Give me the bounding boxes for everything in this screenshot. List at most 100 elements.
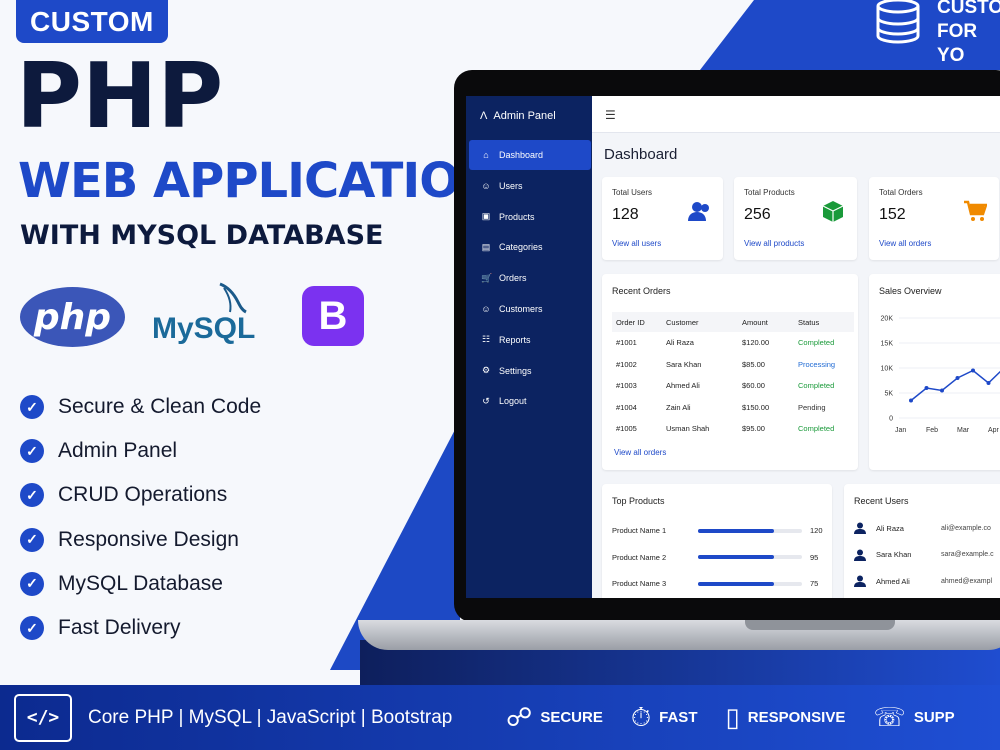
table-row[interactable]: #1005 Usman Shah $95.00 Completed — [612, 418, 854, 440]
stat-value: 128 — [612, 206, 639, 223]
sidebar: Λ Admin Panel ⌂ Dashboard ☺ Users ▣ Products ▤… — [466, 96, 592, 598]
sidebar-item-orders[interactable]: 🛒 Orders — [469, 263, 591, 293]
x-tick-label: Mar — [957, 427, 970, 434]
status-badge: Completed — [798, 381, 835, 391]
stat-card: Total Users 128 View all users — [602, 177, 723, 260]
table-row[interactable]: #1004 Zain Ali $150.00 Pending — [612, 397, 854, 419]
mysql-logo-text: MySQL — [152, 312, 255, 345]
column-header: Order ID — [612, 312, 662, 332]
feature-item: ✓ Fast Delivery — [20, 606, 261, 650]
stat-link[interactable]: View all users — [612, 239, 661, 248]
page-title: Dashboard — [604, 146, 678, 163]
laptop-notch — [745, 620, 895, 630]
user-email: sara@example.c — [941, 551, 994, 558]
check-icon: ✓ — [20, 527, 44, 552]
sidebar-item-reports[interactable]: ☷ Reports — [469, 325, 591, 355]
product-value: 75 — [810, 579, 819, 588]
product-value: 120 — [810, 526, 823, 535]
table-row[interactable]: #1002 Sara Khan $85.00 Processing — [612, 354, 854, 376]
sidebar-item-customers[interactable]: ☺ Customers — [469, 294, 591, 324]
stat-link[interactable]: View all products — [744, 239, 804, 248]
table-cell: Usman Shah — [666, 424, 710, 434]
hamburger-menu-icon[interactable]: ☰ — [605, 108, 616, 122]
bottom-bar: </> Core PHP | MySQL | JavaScript | Boot… — [0, 685, 1000, 750]
product-name: Product Name 2 — [612, 552, 667, 562]
sales-overview-card: Sales Overview 0 5K 10K 15K 20K Jan Feb Mar Apr — [869, 274, 1000, 470]
feature-item: ✓ MySQL Database — [20, 562, 261, 606]
feature-label: CRUD Operations — [58, 483, 228, 507]
bottom-feature-label: RESPONSIVE — [747, 709, 846, 726]
product-name: Product Name 3 — [612, 579, 667, 588]
user-row[interactable]: Ahmed Ali ahmed@exampl — [854, 575, 992, 587]
sidebar-item-users[interactable]: ☺ Users — [469, 171, 591, 201]
table-row[interactable]: #1001 Ali Raza $120.00 Completed — [612, 332, 854, 354]
series-line — [910, 369, 1000, 402]
column-header: Amount — [738, 312, 794, 332]
feature-label: Secure & Clean Code — [58, 395, 262, 419]
column-header: Customer — [662, 312, 738, 332]
feature-list: ✓ Secure & Clean Code ✓ Admin Panel ✓ CRUD Op… — [20, 385, 261, 650]
recent-orders-title: Recent Orders — [612, 286, 671, 296]
x-tick-label: Apr — [988, 427, 1000, 434]
check-icon: ✓ — [20, 483, 44, 508]
database-icon — [876, 0, 920, 44]
data-point — [955, 376, 960, 380]
user-row[interactable]: Sara Khan sara@example.c — [854, 549, 994, 561]
x-tick-label: Jan — [895, 427, 906, 434]
title-php: PHP — [16, 44, 224, 149]
php-logo: php — [20, 287, 125, 347]
feature-item: ✓ Admin Panel — [20, 429, 261, 473]
tag-icon: ▤ — [481, 241, 491, 252]
top-right-line2: FOR YO — [937, 21, 978, 66]
avatar-icon — [854, 549, 866, 561]
stat-label: Total Orders — [879, 188, 923, 197]
feature-label: Responsive Design — [58, 527, 239, 551]
box-icon: ▣ — [481, 211, 491, 222]
sidebar-item-label: Settings — [499, 365, 532, 376]
bottom-feature-label: FAST — [659, 709, 698, 726]
orders-header-row: Order ID Customer Amount Status — [612, 312, 854, 332]
table-cell: #1003 — [616, 381, 637, 391]
user-icon: ☺ — [481, 180, 491, 191]
feature-item: ✓ Responsive Design — [20, 518, 261, 562]
report-icon: ☷ — [481, 334, 491, 345]
product-bar-fill — [698, 528, 774, 533]
data-point — [940, 388, 944, 393]
top-products-card: Top Products Product Name 1 120 Product Na… — [602, 484, 832, 598]
sales-line-chart: 0 5K 10K 15K 20K Jan Feb Mar Apr — [881, 316, 1000, 434]
sidebar-item-dashboard[interactable]: ⌂ Dashboard — [469, 140, 591, 170]
sidebar-item-categories[interactable]: ▤ Categories — [469, 232, 591, 262]
data-point — [971, 368, 975, 373]
table-cell: #1004 — [616, 402, 637, 412]
user-row[interactable]: Ali Raza ali@example.co — [854, 522, 991, 534]
top-products-title: Top Products — [612, 496, 665, 506]
logout-icon: ↺ — [482, 395, 490, 406]
sidebar-brand[interactable]: Λ Admin Panel — [480, 110, 556, 122]
recent-users-title: Recent Users — [854, 496, 909, 506]
sidebar-item-logout[interactable]: ↺ Logout — [469, 386, 591, 416]
stat-link[interactable]: View all orders — [879, 239, 931, 248]
product-bar — [698, 528, 802, 533]
orders-body: #1001 Ali Raza $120.00 Completed #1002 Sara K… — [612, 332, 854, 440]
check-icon: ✓ — [20, 439, 44, 464]
sidebar-item-settings[interactable]: ⚙ Settings — [469, 356, 591, 386]
product-name: Product Name 1 — [612, 526, 667, 535]
stat-card: Total Orders 152 View all orders — [869, 177, 999, 260]
admin-screen: Λ Admin Panel ⌂ Dashboard ☺ Users ▣ Products ▤… — [466, 96, 1000, 598]
feature-item: ✓ CRUD Operations — [20, 473, 261, 517]
table-cell: $60.00 — [742, 381, 765, 391]
shield-icon: ☍ — [506, 702, 533, 732]
stat-value: 152 — [879, 206, 906, 223]
view-all-orders-link[interactable]: View all orders — [614, 448, 666, 457]
status-badge: Pending — [798, 402, 826, 412]
table-row[interactable]: #1003 Ahmed Ali $60.00 Completed — [612, 375, 854, 397]
bottom-feature-item: ☏ SUPP — [873, 702, 954, 734]
sidebar-item-products[interactable]: ▣ Products — [469, 202, 591, 232]
user-email: ali@example.co — [941, 524, 991, 532]
table-cell: Zain Ali — [666, 402, 691, 412]
brand-label: Admin Panel — [493, 110, 556, 122]
feature-label: MySQL Database — [58, 571, 223, 595]
gear-icon: ⚙ — [481, 365, 491, 376]
table-cell: Ahmed Ali — [666, 381, 700, 391]
bottom-feature-item: ☍ SECURE — [506, 702, 603, 734]
